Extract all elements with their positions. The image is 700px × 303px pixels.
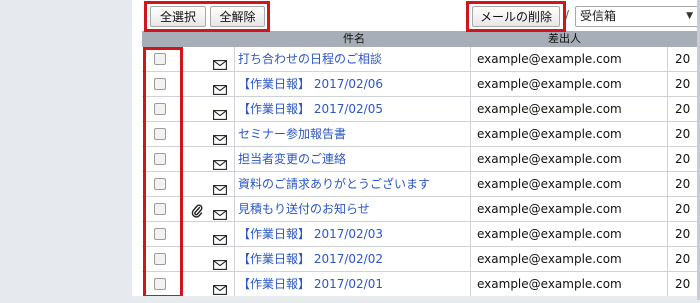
column-header-subject[interactable]: 件名	[343, 31, 365, 47]
mail-subject-link[interactable]: 【作業日報】 2017/02/02	[235, 247, 471, 271]
mail-icon-cell	[208, 147, 235, 171]
mail-icon-cell	[208, 197, 235, 221]
mail-row[interactable]: 【作業日報】 2017/02/02 example@example.com 20	[142, 247, 700, 272]
mail-icon-cell	[208, 47, 235, 71]
row-checkbox[interactable]	[154, 228, 166, 240]
mail-subject-link[interactable]: 見積もり送付のお知らせ	[235, 197, 471, 221]
mail-subject-link[interactable]: 【作業日報】 2017/02/06	[235, 72, 471, 96]
attachment-cell	[188, 272, 208, 296]
mail-date: 20	[675, 202, 691, 216]
mail-sender: example@example.com	[472, 47, 668, 71]
mail-row[interactable]: セミナー参加報告書 example@example.com 20	[142, 122, 700, 147]
attachment-cell	[188, 247, 208, 271]
attachment-cell	[188, 172, 208, 196]
row-checkbox-cell	[142, 197, 188, 221]
mail-sender: example@example.com	[472, 147, 668, 171]
row-checkbox[interactable]	[154, 103, 166, 115]
row-checkbox[interactable]	[154, 178, 166, 190]
mail-date: 20	[675, 227, 691, 241]
mail-row[interactable]: 【作業日報】 2017/02/01 example@example.com 20	[142, 272, 700, 297]
mail-row[interactable]: 【作業日報】 2017/02/03 example@example.com 20	[142, 222, 700, 247]
mail-row[interactable]: 【作業日報】 2017/02/05 example@example.com 20	[142, 97, 700, 122]
mail-icon-cell	[208, 272, 235, 296]
mail-date: 20	[675, 77, 691, 91]
mail-row[interactable]: 見積もり送付のお知らせ example@example.com 20	[142, 197, 700, 222]
row-checkbox[interactable]	[154, 53, 166, 65]
deselect-all-button[interactable]: 全解除	[210, 6, 265, 27]
mail-sender: example@example.com	[472, 197, 668, 221]
row-checkbox[interactable]	[154, 78, 166, 90]
mail-row[interactable]: 担当者変更のご連絡 example@example.com 20	[142, 147, 700, 172]
row-checkbox[interactable]	[154, 253, 166, 265]
attachment-cell	[188, 47, 208, 71]
mail-icon-cell	[208, 72, 235, 96]
row-checkbox[interactable]	[154, 153, 166, 165]
row-checkbox-cell	[142, 47, 188, 71]
row-checkbox-cell	[142, 222, 188, 246]
mail-sender: example@example.com	[472, 122, 668, 146]
row-checkbox[interactable]	[154, 128, 166, 140]
mail-row[interactable]: 【作業日報】 2017/02/06 example@example.com 20	[142, 72, 700, 97]
mail-date: 20	[675, 177, 691, 191]
bottom-scroll-area	[132, 296, 700, 300]
attachment-cell	[188, 222, 208, 246]
mail-date: 20	[675, 52, 691, 66]
mail-date: 20	[675, 127, 691, 141]
mail-icon-cell	[208, 222, 235, 246]
row-checkbox-cell	[142, 147, 188, 171]
mail-date: 20	[675, 152, 691, 166]
mail-subject-link[interactable]: 【作業日報】 2017/02/01	[235, 272, 471, 296]
mail-subject-link[interactable]: セミナー参加報告書	[235, 122, 471, 146]
mail-date: 20	[675, 277, 691, 291]
attachment-cell	[188, 197, 208, 221]
select-all-button[interactable]: 全選択	[150, 6, 206, 27]
mail-sender: example@example.com	[472, 172, 668, 196]
row-checkbox-cell	[142, 122, 188, 146]
mail-sender: example@example.com	[472, 247, 668, 271]
folder-select[interactable]: 受信箱 ▼	[575, 6, 699, 27]
mail-row[interactable]: 打ち合わせの日程のご相談 example@example.com 20	[142, 47, 700, 72]
mail-subject-link[interactable]: 【作業日報】 2017/02/03	[235, 222, 471, 246]
mail-sender: example@example.com	[472, 97, 668, 121]
mail-icon-cell	[208, 97, 235, 121]
mail-sender: example@example.com	[472, 272, 668, 296]
dropdown-caret-icon: ▼	[686, 11, 693, 21]
mail-row[interactable]: 資料のご請求ありがとうございます example@example.com 20	[142, 172, 700, 197]
mail-subject-link[interactable]: 【作業日報】 2017/02/05	[235, 97, 471, 121]
mail-list-panel: 全選択 全解除 メールの削除 / 受信箱 ▼ 件名 差出人 打ち合わせの日程のご…	[132, 0, 700, 300]
row-checkbox-cell	[142, 272, 188, 296]
attachment-cell	[188, 72, 208, 96]
row-checkbox[interactable]	[154, 203, 166, 215]
mail-icon-cell	[208, 172, 235, 196]
mail-date: 20	[675, 102, 691, 116]
mail-subject-link[interactable]: 資料のご請求ありがとうございます	[235, 172, 471, 196]
row-checkbox[interactable]	[154, 278, 166, 290]
mail-subject-link[interactable]: 担当者変更のご連絡	[235, 147, 471, 171]
mail-subject-link[interactable]: 打ち合わせの日程のご相談	[235, 47, 471, 71]
mail-icon-cell	[208, 247, 235, 271]
column-header-from[interactable]: 差出人	[548, 31, 581, 47]
row-checkbox-cell	[142, 72, 188, 96]
folder-select-value: 受信箱	[580, 9, 617, 23]
attachment-cell	[188, 147, 208, 171]
row-checkbox-cell	[142, 172, 188, 196]
mail-sender: example@example.com	[472, 222, 668, 246]
left-sidebar-area	[0, 0, 133, 300]
row-checkbox-cell	[142, 247, 188, 271]
mail-sender: example@example.com	[472, 72, 668, 96]
mail-icon-cell	[208, 122, 235, 146]
attachment-cell	[188, 122, 208, 146]
mail-date: 20	[675, 252, 691, 266]
table-body: 打ち合わせの日程のご相談 example@example.com 20 【作業日…	[142, 47, 700, 297]
row-checkbox-cell	[142, 97, 188, 121]
mail-toolbar: 全選択 全解除 メールの削除 / 受信箱 ▼	[132, 0, 700, 31]
mail-table: 件名 差出人 打ち合わせの日程のご相談 example@example.com …	[142, 31, 700, 297]
attachment-cell	[188, 97, 208, 121]
delete-mail-button[interactable]: メールの削除	[472, 6, 560, 27]
table-header: 件名 差出人	[142, 31, 700, 47]
toolbar-separator: /	[565, 8, 570, 22]
